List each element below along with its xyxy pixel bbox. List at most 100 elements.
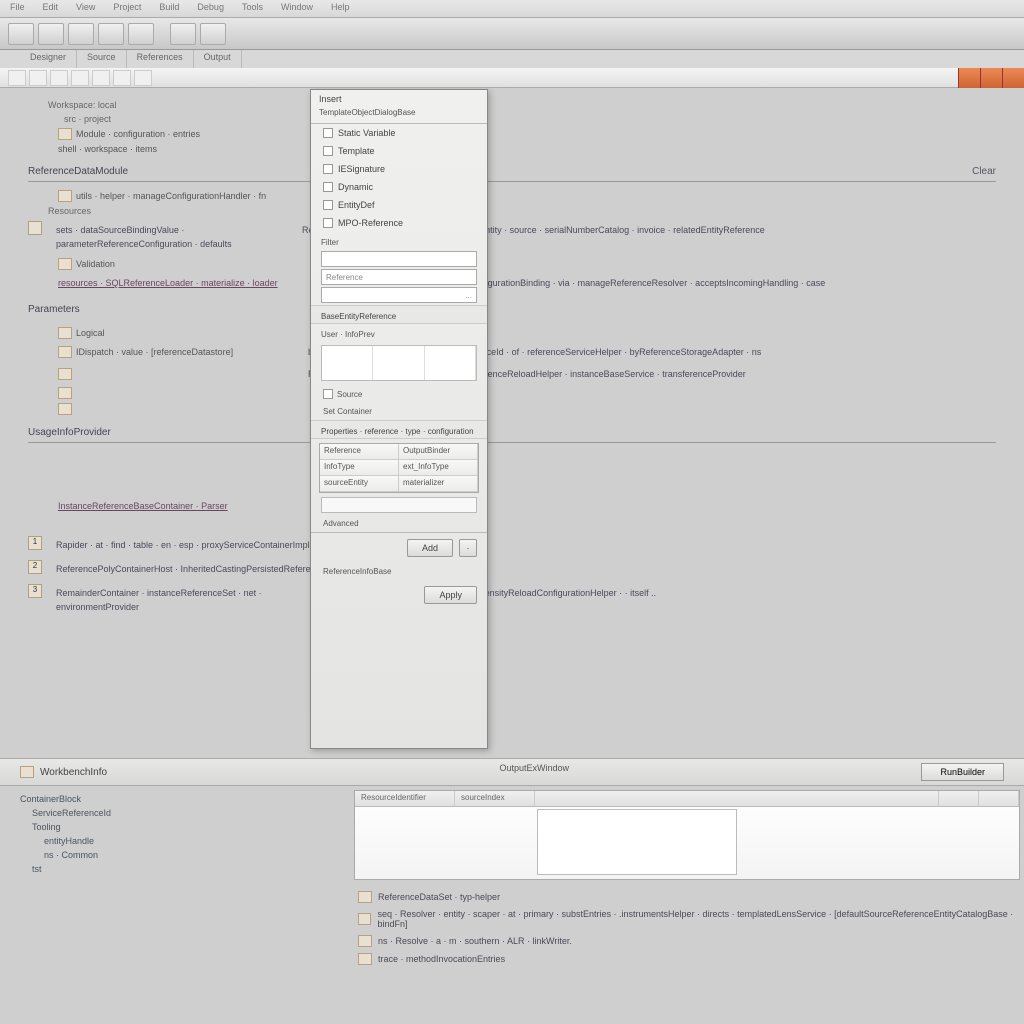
browse-field[interactable]: ... (321, 287, 477, 303)
menu-view[interactable]: View (76, 2, 95, 15)
menu-project[interactable]: Project (113, 2, 141, 15)
menu-window[interactable]: Window (281, 2, 313, 15)
tree-label: shell · workspace · items (58, 144, 157, 154)
opt-source[interactable]: Source (311, 385, 487, 403)
checkbox-icon[interactable] (323, 182, 333, 192)
menu-debug[interactable]: Debug (197, 2, 224, 15)
apply-button[interactable]: Apply (424, 586, 477, 604)
toolbar-btn-5[interactable] (128, 23, 154, 45)
toolbar-btn-7[interactable] (200, 23, 226, 45)
menu-help[interactable]: Help (331, 2, 350, 15)
maximize-btn[interactable] (980, 68, 1002, 88)
tree-item-2[interactable]: shell · workspace · items (28, 142, 996, 156)
menu-tools[interactable]: Tools (242, 2, 263, 15)
menubar: File Edit View Project Build Debug Tools… (0, 0, 1024, 18)
col-header[interactable] (979, 791, 1019, 806)
doc-btn-2[interactable] (29, 70, 47, 86)
field-combo[interactable]: Reference (321, 269, 477, 285)
filter-label: Filter (311, 232, 487, 249)
checkbox-icon[interactable] (323, 128, 333, 138)
doc-btn-4[interactable] (71, 70, 89, 86)
minimize-btn[interactable] (958, 68, 980, 88)
run-button[interactable]: RunBuilder (921, 763, 1004, 781)
tree-item[interactable]: ns · Common (20, 848, 330, 862)
tab-source[interactable]: Source (77, 50, 127, 68)
tab-designer[interactable]: Designer (20, 50, 77, 68)
row-container-link[interactable]: InstanceReferenceBaseContainer · Parser (28, 499, 996, 513)
advanced-link[interactable]: Advanced (311, 515, 487, 532)
doc-btn-3[interactable] (50, 70, 68, 86)
table-row[interactable]: InfoTypeext_InfoType (320, 460, 478, 476)
dropdown-button[interactable]: · (459, 539, 477, 557)
row-logical[interactable]: Logical (28, 325, 996, 341)
opt-dynamic[interactable]: Dynamic (311, 178, 487, 196)
col-header[interactable]: ResourceIdentifier (355, 791, 455, 806)
menu-file[interactable]: File (10, 2, 25, 15)
table-row[interactable]: ReferenceOutputBinder (320, 444, 478, 460)
opt-static[interactable]: Static Variable (311, 124, 487, 142)
doc-btn-6[interactable] (113, 70, 131, 86)
tab-output[interactable]: Output (194, 50, 242, 68)
link-label[interactable]: InstanceReferenceBaseContainer · Parser (58, 501, 228, 511)
opt-signature[interactable]: IESignature (311, 160, 487, 178)
filter-input[interactable] (321, 251, 477, 267)
opt-label: Source (337, 390, 362, 399)
checkbox-icon[interactable] (323, 200, 333, 210)
opt-entitydef[interactable]: EntityDef (311, 196, 487, 214)
properties-table: ReferenceOutputBinder InfoTypeext_InfoTy… (319, 443, 479, 493)
row-label: IDispatch · value · [referenceDatastore] (76, 347, 296, 357)
checkbox-icon[interactable] (323, 218, 333, 228)
line-number: 1 (28, 536, 42, 550)
table-row[interactable]: sourceEntitymaterializer (320, 476, 478, 492)
info-icon (358, 891, 372, 903)
tree-item[interactable]: tst (20, 862, 330, 876)
menu-build[interactable]: Build (159, 2, 179, 15)
opt-label: Static Variable (338, 128, 395, 138)
opt-mpo[interactable]: MPO-Reference (311, 214, 487, 232)
toolbar-btn-3[interactable] (68, 23, 94, 45)
tree-label: Module · configuration · entries (76, 129, 200, 139)
info-icon (358, 935, 372, 947)
close-btn[interactable] (1002, 68, 1024, 88)
tab-references[interactable]: References (127, 50, 194, 68)
row-utils[interactable]: utils · helper · manageConfigurationHand… (28, 188, 996, 204)
subheader-resources: Resources (28, 204, 996, 218)
section-parameters: Parameters (28, 300, 996, 319)
extra-field[interactable] (321, 497, 477, 513)
doc-btn-1[interactable] (8, 70, 26, 86)
section-properties: Properties · reference · type · configur… (311, 420, 487, 439)
tree-item[interactable]: Tooling (20, 820, 330, 834)
row-link[interactable]: resources · SQLReferenceLoader · materia… (28, 272, 996, 294)
output-line: ReferenceDataSet · typ-helper (358, 888, 1016, 906)
toolbar-btn-6[interactable] (170, 23, 196, 45)
tree-item[interactable]: ContainerBlock (20, 792, 330, 806)
col-header[interactable] (535, 791, 939, 806)
opt-template[interactable]: Template (311, 142, 487, 160)
col-header[interactable]: sourceIndex (455, 791, 535, 806)
doc-btn-5[interactable] (92, 70, 110, 86)
add-button[interactable]: Add (407, 539, 453, 557)
edit-cell[interactable] (537, 809, 737, 875)
checkbox-icon[interactable] (323, 389, 333, 399)
doc-btn-7[interactable] (134, 70, 152, 86)
menu-edit[interactable]: Edit (43, 2, 59, 15)
line-number: 3 (28, 584, 42, 598)
col-header[interactable] (939, 791, 979, 806)
checkbox-icon[interactable] (323, 146, 333, 156)
toolbar-btn-2[interactable] (38, 23, 64, 45)
row-dispatch[interactable]: IDispatch · value · [referenceDatastore]… (28, 341, 996, 363)
tree-item-1[interactable]: Module · configuration · entries (28, 126, 996, 142)
output-table: ResourceIdentifier sourceIndex (354, 790, 1020, 880)
row-validation[interactable]: Validation (28, 256, 996, 272)
bottom-tree: ContainerBlock ServiceReferenceId Toolin… (0, 786, 350, 980)
opt-label: EntityDef (338, 200, 375, 210)
toolbar-btn-1[interactable] (8, 23, 34, 45)
tree-item[interactable]: entityHandle (20, 834, 330, 848)
clear-link[interactable]: Clear (972, 166, 996, 177)
tree-item[interactable]: ServiceReferenceId (20, 806, 330, 820)
cell: sourceEntity (320, 476, 399, 491)
link-label[interactable]: resources · SQLReferenceLoader · materia… (58, 278, 298, 288)
toolbar-btn-4[interactable] (98, 23, 124, 45)
checkbox-icon[interactable] (323, 164, 333, 174)
opt-container[interactable]: Set Container (311, 403, 487, 420)
